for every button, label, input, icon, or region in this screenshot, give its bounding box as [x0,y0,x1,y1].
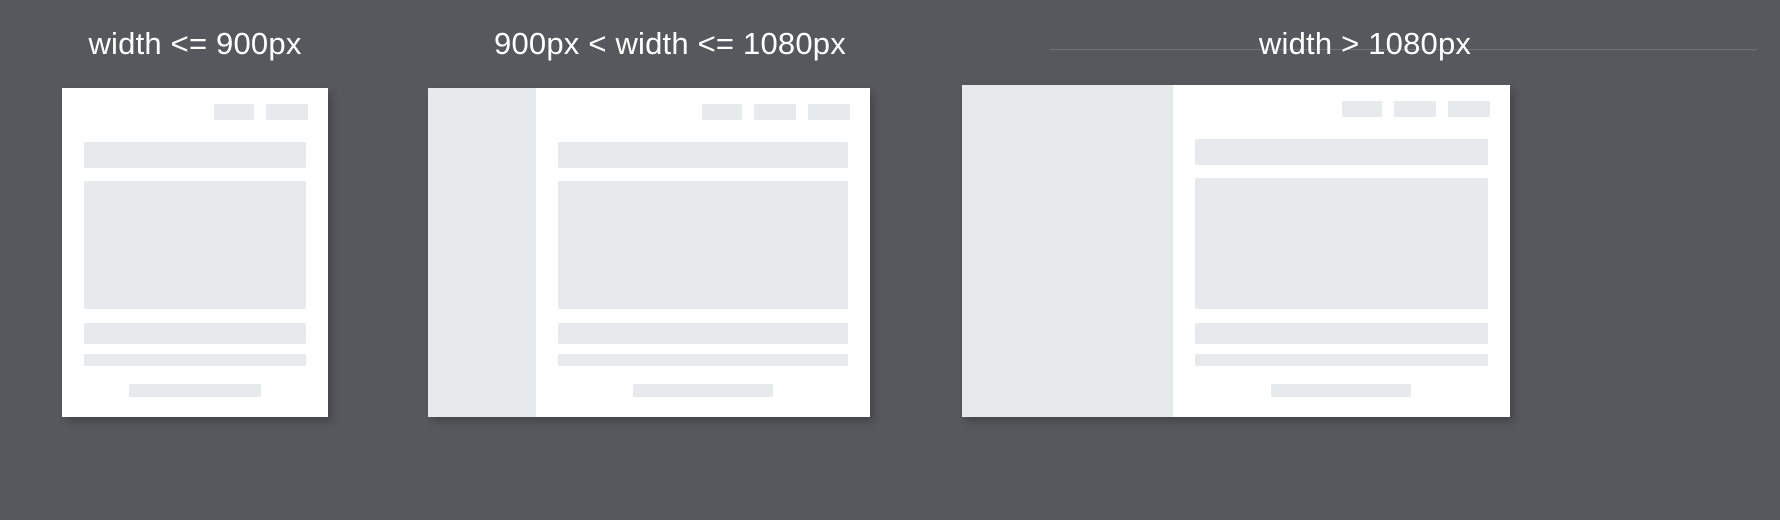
content-line-small [1194,354,1488,366]
content-line-small [558,354,848,366]
breakpoint-caption: 900px < width <= 1080px [494,26,846,61]
content-hero-block [1194,178,1488,309]
mockup-main-area [1173,85,1510,417]
content-line-large [84,323,306,344]
nav-pill-3 [1448,101,1490,117]
mockup-footer [536,384,870,417]
nav-pill-1 [702,104,742,120]
content-title-block [84,142,306,168]
device-mockup [962,85,1510,417]
mockup-body [1173,117,1510,384]
device-mockup [62,88,328,417]
content-line-large [1194,323,1488,344]
content-line-small [84,354,306,366]
mockup-sidebar [428,88,537,417]
content-title-block [558,142,848,168]
footer-bar [129,384,261,397]
mockup-main-area [536,88,870,417]
mockup-body [536,120,870,384]
nav-pill-1 [214,104,254,120]
mockup-header [1173,85,1510,117]
breakpoint-panel-1: width <= 900px [0,0,390,520]
mockup-header [536,88,870,120]
mockup-header [62,88,328,120]
breakpoint-panel-3: width > 1080px [950,0,1780,520]
device-mockup [428,88,870,417]
nav-pill-2 [754,104,796,120]
mockup-sidebar [962,85,1173,417]
breakpoint-caption: width <= 900px [88,26,302,61]
breakpoint-panel-2: 900px < width <= 1080px [390,0,950,520]
breakpoint-caption: width > 1080px [1258,26,1472,61]
content-hero-block [84,181,306,309]
footer-bar [633,384,774,397]
mockup-footer [1173,384,1510,417]
nav-pill-1 [1342,101,1382,117]
content-hero-block [558,181,848,309]
mockup-footer [62,384,328,417]
footer-bar [1271,384,1412,397]
content-title-block [1194,139,1488,165]
mockup-body [62,120,328,384]
breakpoint-board: width <= 900px 900px < width <= 1080px wid… [0,0,1780,520]
nav-pill-2 [266,104,308,120]
nav-pill-2 [1394,101,1436,117]
content-line-large [558,323,848,344]
mockup-main-area [62,88,328,417]
nav-pill-3 [808,104,850,120]
